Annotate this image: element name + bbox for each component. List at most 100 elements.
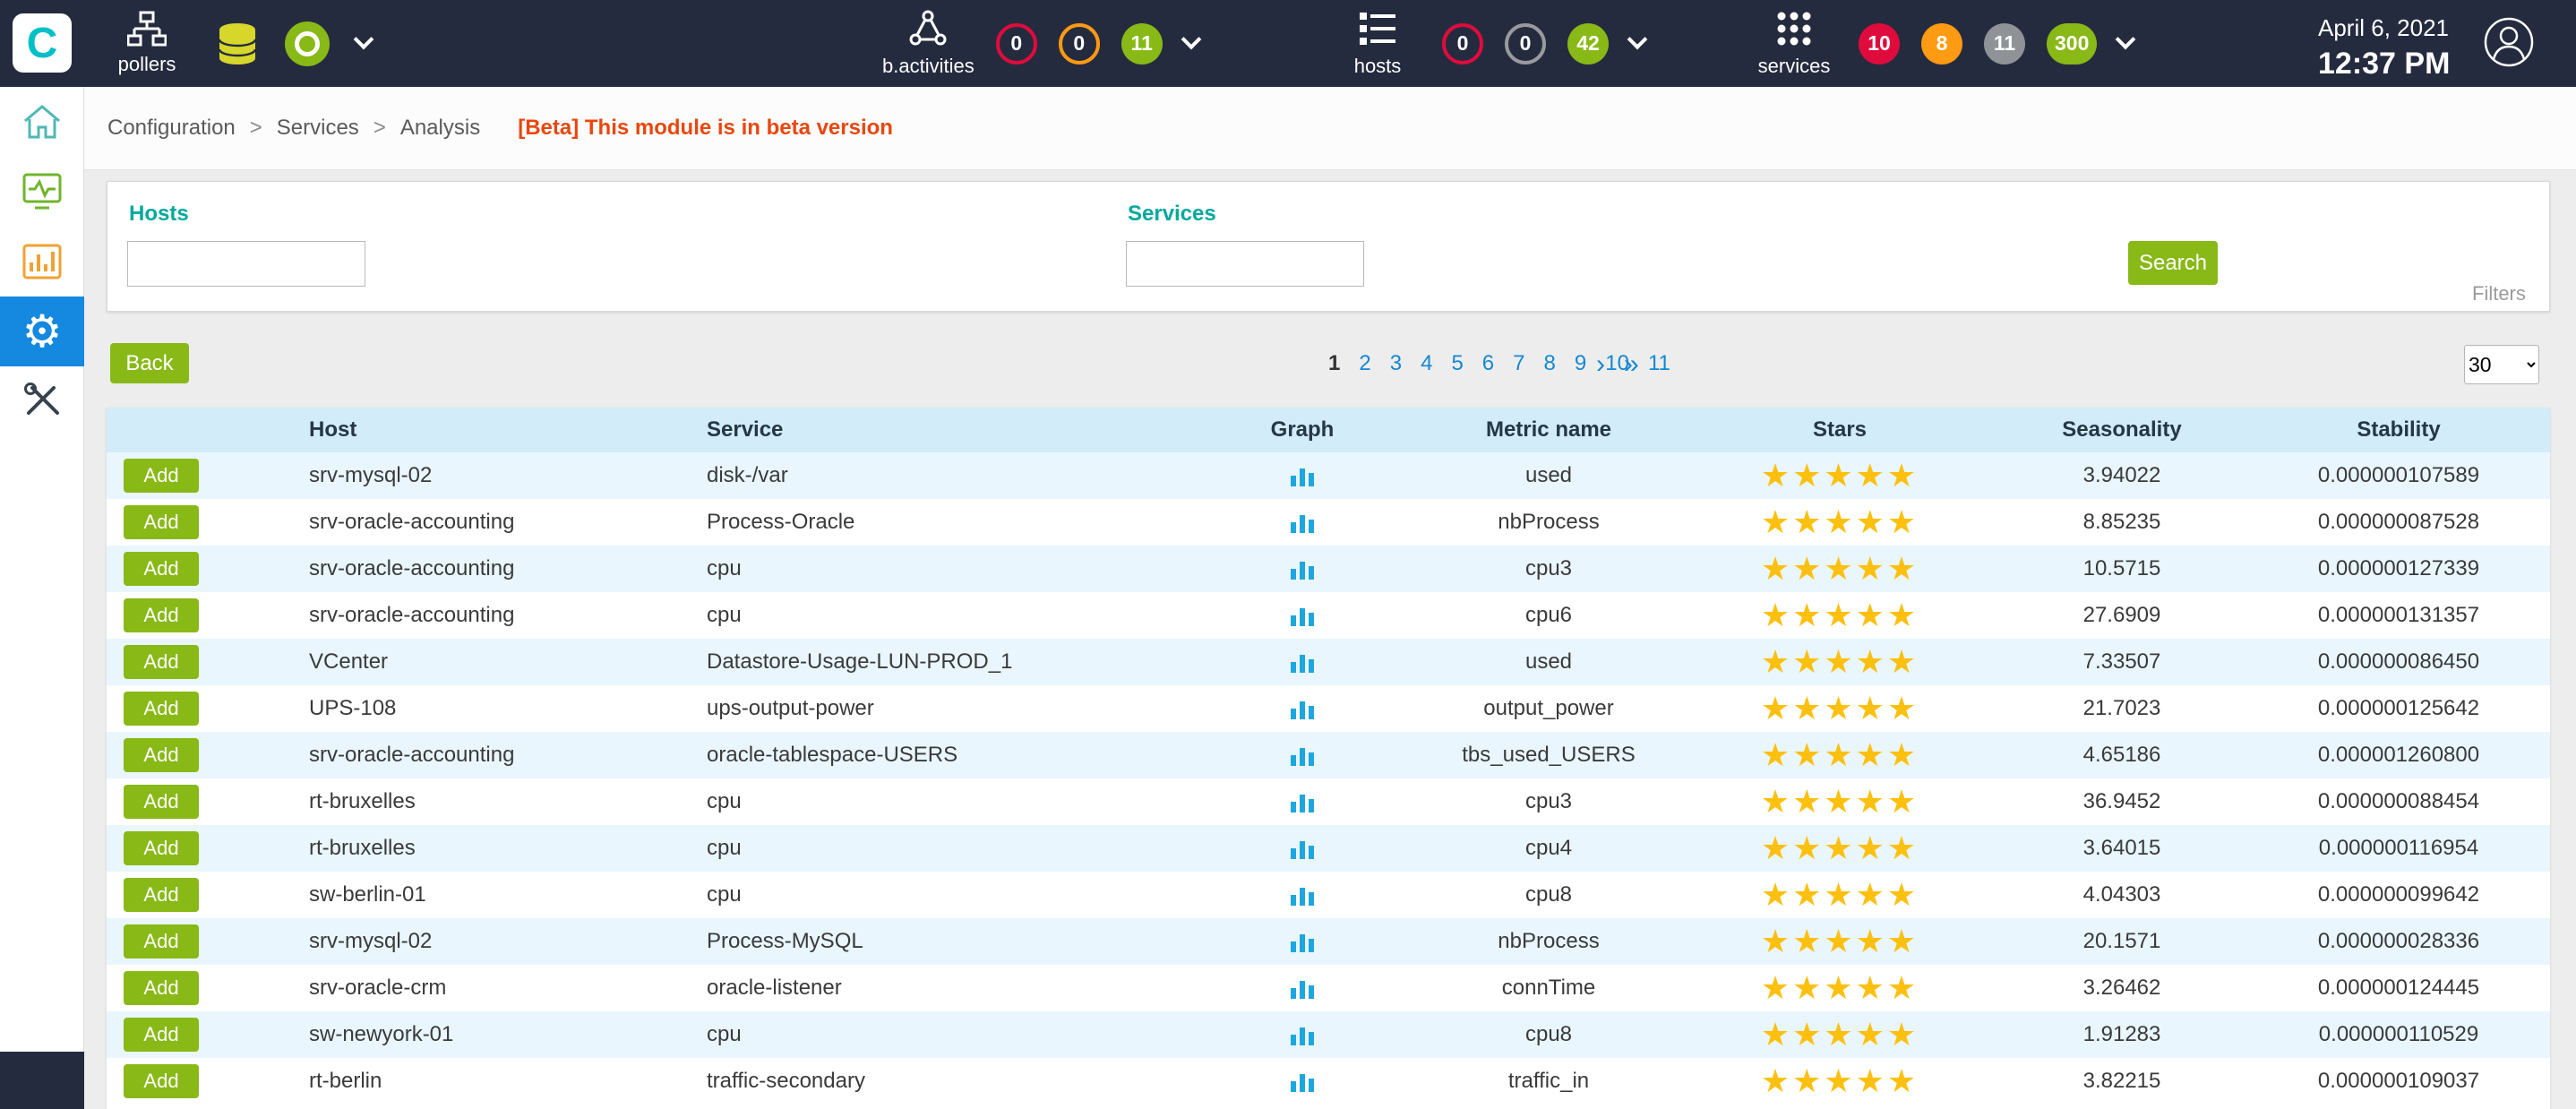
services-filter-input[interactable] bbox=[1126, 241, 1364, 287]
stability-cell: 0.000000087528 bbox=[2247, 510, 2550, 535]
graph-icon[interactable] bbox=[1289, 976, 1316, 1001]
centreon-logo[interactable]: C bbox=[13, 13, 72, 73]
add-button[interactable]: Add bbox=[124, 924, 199, 959]
graph-icon[interactable] bbox=[1289, 556, 1316, 581]
seasonality-cell: 3.82215 bbox=[1996, 1069, 2247, 1094]
graph-icon[interactable] bbox=[1289, 1022, 1316, 1047]
user-profile-icon[interactable] bbox=[2483, 16, 2535, 68]
graph-icon[interactable] bbox=[1289, 929, 1316, 954]
pollers-chevron-down-icon[interactable] bbox=[354, 29, 374, 49]
add-button[interactable]: Add bbox=[124, 459, 199, 493]
database-status-icon[interactable] bbox=[217, 21, 258, 66]
column-stability: Stability bbox=[2247, 417, 2550, 443]
page-number[interactable]: 9 bbox=[1575, 351, 1586, 376]
pollers-menu[interactable]: pollers bbox=[104, 11, 190, 76]
sidebar-item-home[interactable] bbox=[0, 87, 84, 157]
metric-cell: output_power bbox=[1414, 696, 1683, 721]
hosts-up-badge[interactable]: 42 bbox=[1567, 23, 1609, 64]
add-button[interactable]: Add bbox=[124, 552, 199, 586]
ba-critical-badge[interactable]: 0 bbox=[996, 23, 1037, 64]
add-button[interactable]: Add bbox=[124, 878, 199, 912]
services-warning-badge[interactable]: 8 bbox=[1921, 23, 1962, 64]
table-row: Add VCenter Datastore-Usage-LUN-PROD_1 u… bbox=[107, 639, 2550, 685]
add-button[interactable]: Add bbox=[124, 598, 199, 632]
graph-icon[interactable] bbox=[1289, 696, 1316, 721]
breadcrumb: Configuration > Services > Analysis [Bet… bbox=[84, 87, 2576, 169]
hosts-chevron-down-icon[interactable] bbox=[1627, 29, 1648, 49]
graph-icon[interactable] bbox=[1289, 649, 1316, 675]
graph-icon[interactable] bbox=[1289, 603, 1316, 628]
page-number[interactable]: 6 bbox=[1482, 351, 1494, 376]
services-ok-badge[interactable]: 300 bbox=[2047, 23, 2097, 64]
page-number[interactable]: 11 bbox=[1648, 351, 1670, 376]
page-number[interactable]: 7 bbox=[1513, 351, 1524, 376]
ba-ok-badge[interactable]: 11 bbox=[1121, 23, 1163, 64]
host-cell: srv-oracle-accounting bbox=[241, 556, 635, 581]
page-number[interactable]: 2 bbox=[1359, 351, 1370, 376]
host-cell: srv-mysql-02 bbox=[241, 463, 635, 488]
graph-icon[interactable] bbox=[1289, 463, 1316, 488]
back-button[interactable]: Back bbox=[110, 343, 189, 383]
page-number[interactable]: 4 bbox=[1421, 351, 1432, 376]
sidebar-item-reporting[interactable] bbox=[0, 227, 84, 297]
graph-icon[interactable] bbox=[1289, 789, 1316, 814]
ba-menu[interactable]: b.activities bbox=[882, 9, 975, 78]
page-number[interactable]: 1 bbox=[1328, 351, 1340, 376]
graph-icon[interactable] bbox=[1289, 882, 1316, 907]
hosts-filter-input[interactable] bbox=[127, 241, 365, 287]
hosts-unreachable-badge[interactable]: 0 bbox=[1505, 23, 1546, 64]
search-button[interactable]: Search bbox=[2128, 241, 2218, 285]
add-button[interactable]: Add bbox=[124, 1018, 199, 1052]
add-button[interactable]: Add bbox=[124, 971, 199, 1005]
sidebar-footer-toggle[interactable] bbox=[0, 1052, 84, 1109]
stars-rating: ★★★★★ bbox=[1683, 1016, 1996, 1053]
add-button[interactable]: Add bbox=[124, 738, 199, 772]
graph-icon[interactable] bbox=[1289, 836, 1316, 861]
services-chevron-down-icon[interactable] bbox=[2116, 29, 2136, 49]
filters-toggle[interactable]: Filters bbox=[2472, 282, 2526, 305]
host-cell: UPS-108 bbox=[241, 696, 635, 721]
hosts-menu[interactable]: hosts bbox=[1335, 9, 1421, 78]
sidebar-item-administration[interactable] bbox=[0, 366, 84, 436]
services-unknown-badge[interactable]: 11 bbox=[1984, 23, 2025, 64]
breadcrumb-configuration[interactable]: Configuration bbox=[107, 116, 236, 141]
last-page-icon[interactable]: » bbox=[1624, 351, 1639, 378]
reporting-chart-icon bbox=[21, 243, 63, 280]
add-button[interactable]: Add bbox=[124, 645, 199, 679]
next-page-icon[interactable]: › bbox=[1596, 351, 1605, 378]
table-row: Add srv-oracle-accounting oracle-tablesp… bbox=[107, 732, 2550, 778]
service-cell: Process-MySQL bbox=[635, 929, 1190, 954]
table-row: Add UPS-108 ups-output-power output_powe… bbox=[107, 685, 2550, 732]
breadcrumb-separator: > bbox=[374, 116, 386, 141]
add-button[interactable]: Add bbox=[124, 1064, 199, 1098]
page-number[interactable]: 3 bbox=[1390, 351, 1402, 376]
host-cell: srv-mysql-02 bbox=[241, 929, 635, 954]
graph-icon[interactable] bbox=[1289, 510, 1316, 535]
page-number[interactable]: 8 bbox=[1544, 351, 1556, 376]
sidebar-item-configuration[interactable]: ⚙ bbox=[0, 297, 84, 366]
ba-warning-badge[interactable]: 0 bbox=[1059, 23, 1100, 64]
services-critical-badge[interactable]: 10 bbox=[1859, 23, 1900, 64]
add-button[interactable]: Add bbox=[124, 831, 199, 865]
table-row: Add srv-mysql-02 Process-MySQL nbProcess… bbox=[107, 918, 2550, 965]
column-host: Host bbox=[241, 417, 635, 443]
add-button[interactable]: Add bbox=[124, 505, 199, 539]
graph-icon[interactable] bbox=[1289, 1069, 1316, 1094]
filter-panel: Hosts Services Search Filters bbox=[107, 181, 2550, 312]
stability-cell: 0.000000088454 bbox=[2247, 789, 2550, 814]
page-size-select[interactable]: 30 bbox=[2464, 345, 2539, 384]
add-button[interactable]: Add bbox=[124, 692, 199, 726]
ba-chevron-down-icon[interactable] bbox=[1181, 29, 1201, 49]
breadcrumb-services[interactable]: Services bbox=[277, 116, 359, 141]
graph-icon[interactable] bbox=[1289, 743, 1316, 768]
service-cell: traffic-secondary bbox=[635, 1069, 1190, 1094]
latency-ok-icon[interactable] bbox=[285, 21, 330, 66]
hosts-down-badge[interactable]: 0 bbox=[1442, 23, 1483, 64]
sidebar-item-monitoring[interactable] bbox=[0, 157, 84, 227]
breadcrumb-analysis[interactable]: Analysis bbox=[400, 116, 480, 141]
metric-cell: cpu4 bbox=[1414, 836, 1683, 861]
services-menu[interactable]: services bbox=[1751, 9, 1837, 78]
page-number[interactable]: 5 bbox=[1451, 351, 1463, 376]
current-date: April 6, 2021 bbox=[2318, 14, 2450, 42]
add-button[interactable]: Add bbox=[124, 785, 199, 819]
